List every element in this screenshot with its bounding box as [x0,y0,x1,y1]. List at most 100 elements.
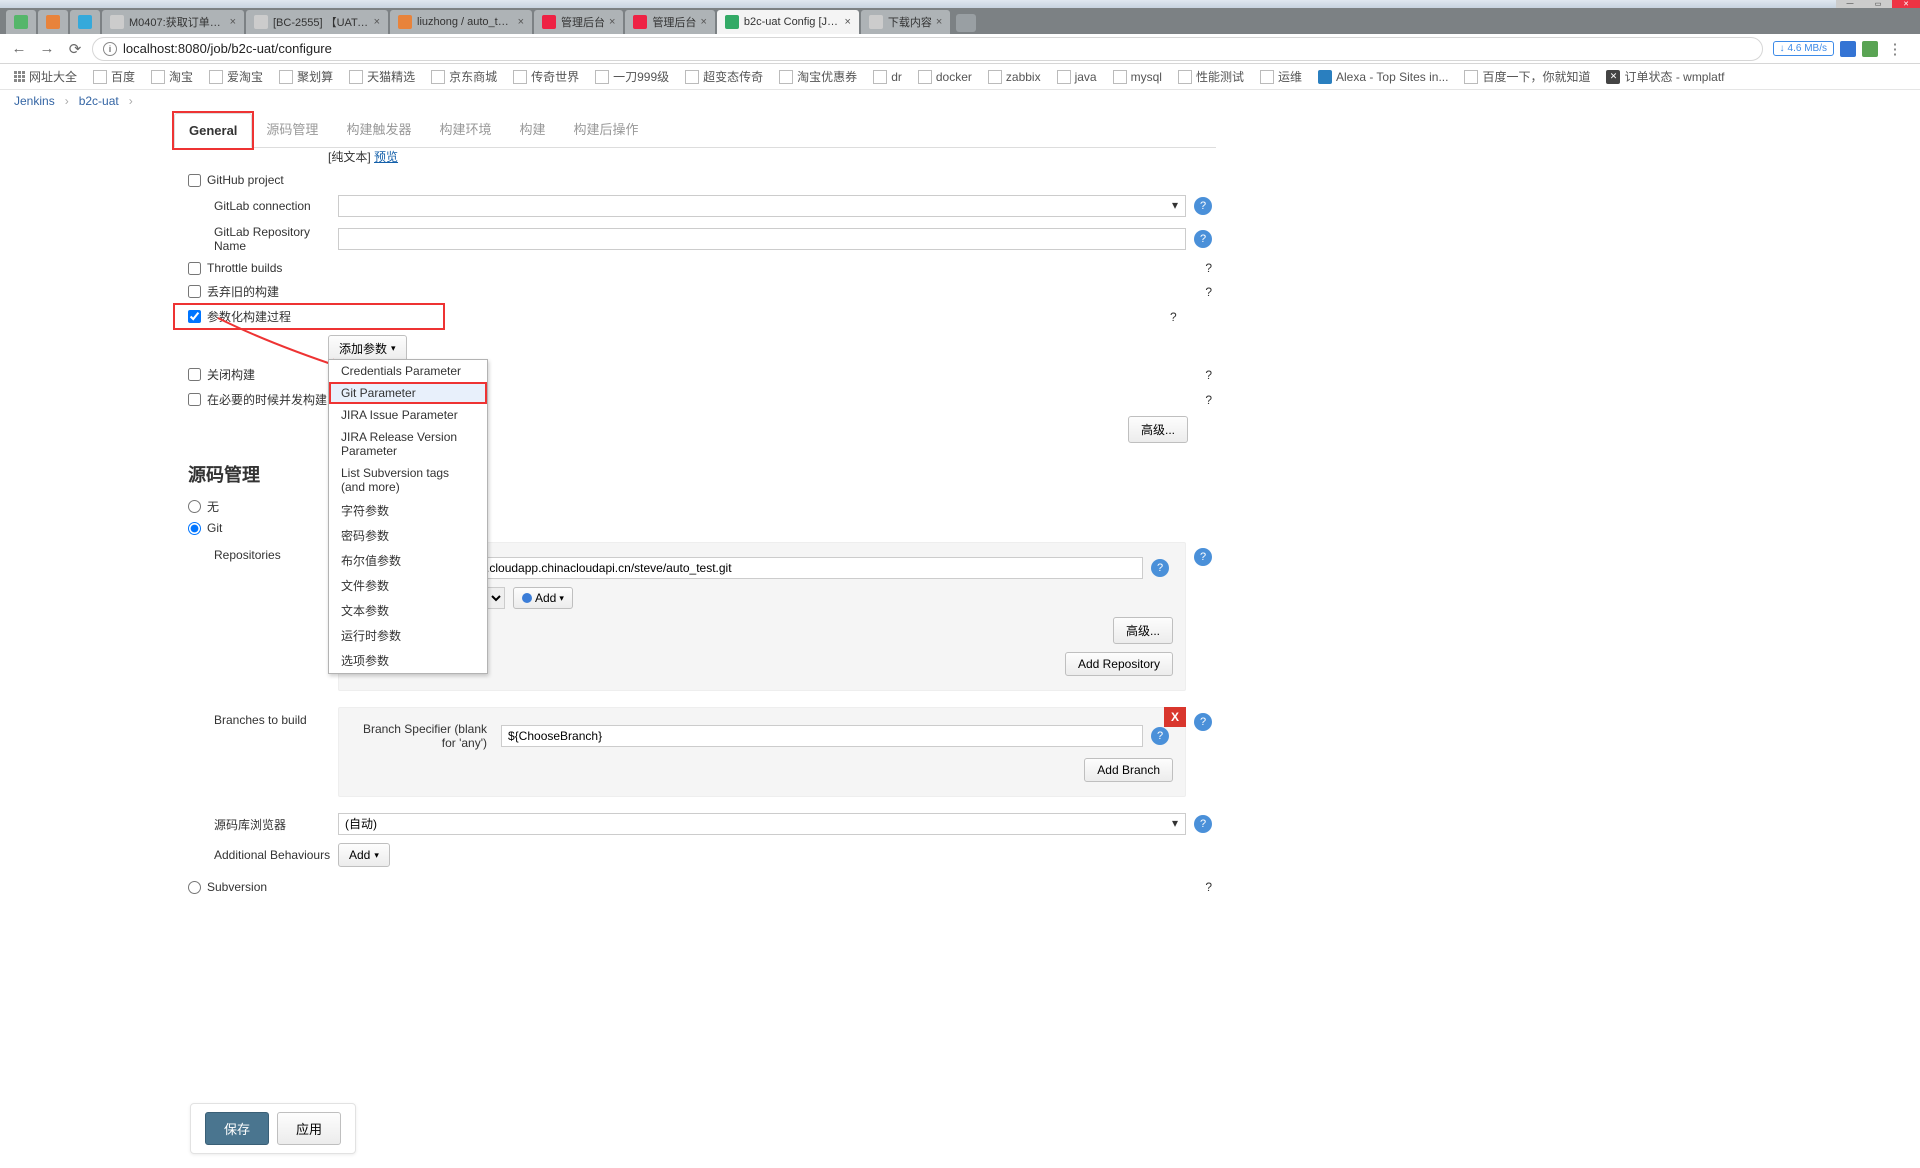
preview-link[interactable]: 预览 [374,150,398,164]
help-icon[interactable]: ? [1194,197,1212,215]
repo-browser-select[interactable]: (自动) [338,813,1186,835]
github-project-checkbox[interactable] [188,174,201,187]
help-icon[interactable]: ? [1151,727,1169,745]
browser-tab[interactable]: liuzhong / auto_test · G× [390,10,532,34]
branch-specifier-input[interactable] [501,725,1143,747]
repo-advanced-button[interactable]: 高级... [1113,617,1173,644]
browser-tab[interactable]: 管理后台× [534,10,623,34]
bookmark-item[interactable]: java [1051,68,1103,86]
repo-url-input[interactable] [429,557,1143,579]
address-bar[interactable]: i localhost:8080/job/b2c-uat/configure [92,37,1763,61]
bookmark-item[interactable]: 聚划算 [273,66,339,87]
help-icon[interactable]: ? [1205,368,1212,382]
close-icon[interactable]: × [936,16,942,28]
bookmark-item[interactable]: 京东商城 [425,66,503,87]
dropdown-item[interactable]: 文本参数 [329,598,487,623]
add-branch-button[interactable]: Add Branch [1084,758,1173,782]
browser-tab[interactable] [70,10,100,34]
jenkins-tab[interactable]: 构建环境 [425,110,505,147]
bookmark-item[interactable]: 天猫精选 [343,66,421,87]
apps-button[interactable]: 网址大全 [8,66,83,87]
bookmark-item[interactable]: 爱淘宝 [203,66,269,87]
browser-tab[interactable]: [BC-2555] 【UAT-B2C...× [246,10,388,34]
add-param-button[interactable]: 添加参数 [328,335,407,362]
dropdown-item[interactable]: 文件参数 [329,573,487,598]
gitlab-connection-select[interactable] [338,195,1186,217]
gitlab-repo-input[interactable] [338,228,1186,250]
bookmark-item[interactable]: mysql [1107,68,1168,86]
win-close[interactable]: ✕ [1892,0,1920,8]
bookmark-item[interactable]: 传奇世界 [507,66,585,87]
dropdown-item[interactable]: 密码参数 [329,523,487,548]
bookmark-item[interactable]: Alexa - Top Sites in... [1312,68,1455,86]
dropdown-item[interactable]: 运行时参数 [329,623,487,648]
bookmark-item[interactable]: docker [912,68,978,86]
close-icon[interactable]: × [230,16,236,28]
bookmark-item[interactable]: 百度 [87,66,141,87]
help-icon[interactable]: ? [1194,230,1212,248]
jenkins-tab[interactable]: 构建触发器 [332,110,425,147]
scm-git-radio[interactable] [188,522,201,535]
help-icon[interactable]: ? [1205,285,1212,299]
win-max[interactable]: ▭ [1864,0,1892,8]
dropdown-item[interactable]: Git Parameter [329,382,487,404]
bookmark-item[interactable]: 性能测试 [1172,66,1250,87]
bookmark-item[interactable]: 超变态传奇 [679,66,769,87]
reload-icon[interactable]: ⟳ [64,38,86,60]
new-tab-button[interactable] [956,14,976,32]
jenkins-tab[interactable]: General [174,113,252,148]
concurrent-checkbox[interactable] [188,393,201,406]
bookmark-item[interactable]: 运维 [1254,66,1308,87]
dropdown-item[interactable]: JIRA Issue Parameter [329,404,487,426]
help-icon[interactable]: ? [1151,559,1169,577]
bookmark-item[interactable]: dr [867,68,908,86]
advanced-button[interactable]: 高级... [1128,416,1188,443]
add-behaviour-button[interactable]: Add [338,843,390,867]
parameterized-checkbox[interactable] [188,310,201,323]
site-info-icon[interactable]: i [103,42,117,56]
bookmark-item[interactable]: 淘宝 [145,66,199,87]
browser-tab[interactable]: b2c-uat Config [Jenkin× [717,10,859,34]
dropdown-item[interactable]: 字符参数 [329,498,487,523]
discard-checkbox[interactable] [188,285,201,298]
close-icon[interactable]: × [844,16,850,28]
bookmark-item[interactable]: 一刀999级 [589,66,675,87]
close-icon[interactable]: × [700,16,706,28]
dropdown-item[interactable]: 布尔值参数 [329,548,487,573]
speed-pill[interactable]: ↓4.6 MB/s [1773,41,1834,56]
close-build-checkbox[interactable] [188,368,201,381]
jenkins-tab[interactable]: 构建后操作 [559,110,652,147]
help-icon[interactable]: ? [1194,815,1212,833]
ext-icon-1[interactable] [1840,41,1856,57]
jenkins-tab[interactable]: 构建 [505,110,559,147]
close-icon[interactable]: × [609,16,615,28]
forward-icon[interactable]: → [36,38,58,60]
throttle-checkbox[interactable] [188,262,201,275]
browser-tab[interactable] [6,10,36,34]
bookmark-item[interactable]: zabbix [982,68,1047,86]
ext-icon-2[interactable] [1862,41,1878,57]
bookmark-item[interactable]: 百度一下，你就知道 [1458,66,1596,87]
browser-tab[interactable]: M0407:获取订单使用的× [102,10,244,34]
bookmark-item[interactable]: ✕订单状态 - wmplatf [1600,66,1730,87]
dropdown-item[interactable]: 选项参数 [329,648,487,673]
help-icon[interactable]: ? [1205,261,1212,275]
back-icon[interactable]: ← [8,38,30,60]
dropdown-item[interactable]: Credentials Parameter [329,360,487,382]
bookmark-item[interactable]: 淘宝优惠券 [773,66,863,87]
breadcrumb-link[interactable]: b2c-uat [79,94,119,108]
help-icon[interactable]: ? [1170,310,1177,324]
breadcrumb-link[interactable]: Jenkins [14,94,55,108]
browser-tab[interactable]: 管理后台× [625,10,714,34]
menu-icon[interactable]: ⋮ [1884,38,1906,60]
delete-branch-button[interactable]: X [1164,707,1186,727]
jenkins-tab[interactable]: 源码管理 [252,110,332,147]
help-icon[interactable]: ? [1194,713,1212,731]
dropdown-item[interactable]: JIRA Release Version Parameter [329,426,487,462]
win-min[interactable]: — [1836,0,1864,8]
browser-tab[interactable]: 下载内容× [861,10,950,34]
add-repository-button[interactable]: Add Repository [1065,652,1173,676]
add-credentials-button[interactable]: Add▾ [513,587,573,609]
help-icon[interactable]: ? [1194,548,1212,566]
help-icon[interactable]: ? [1205,880,1212,894]
